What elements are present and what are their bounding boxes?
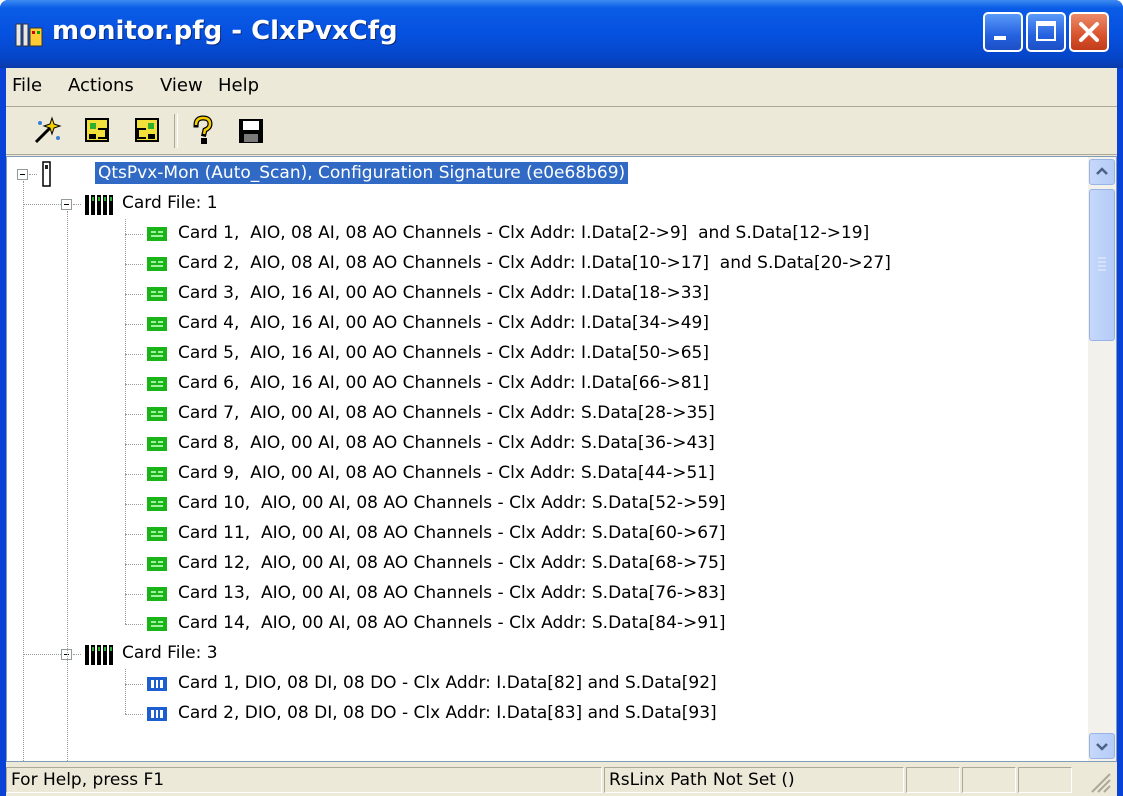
card-label: Card 14, AIO, 00 AI, 08 AO Channels - Cl… [178, 613, 726, 633]
card-node[interactable]: Card 1, AIO, 08 AI, 08 AO Channels - Clx… [7, 219, 1087, 249]
wizard-tool-button[interactable] [30, 114, 64, 148]
status-panel-1 [906, 767, 960, 793]
grip-icon [1098, 257, 1106, 271]
card-label: Card 1, DIO, 08 DI, 08 DO - Clx Addr: I.… [178, 673, 717, 693]
maximize-icon [1036, 21, 1056, 41]
card-node[interactable]: Card 11, AIO, 00 AI, 08 AO Channels - Cl… [7, 519, 1087, 549]
menu-view[interactable]: View [160, 75, 203, 96]
card-label: Card 4, AIO, 16 AI, 00 AO Channels - Clx… [178, 313, 709, 333]
status-panel-3 [1018, 767, 1072, 793]
status-bar: For Help, press F1 RsLinx Path Not Set (… [6, 764, 1117, 796]
card-node[interactable]: Card 12, AIO, 00 AI, 08 AO Channels - Cl… [7, 549, 1087, 579]
upload-tool-button[interactable] [130, 114, 164, 148]
tree-line [23, 654, 61, 655]
scroll-up-button[interactable] [1089, 159, 1115, 185]
title-bar[interactable]: monitor.pfg - ClxPvxCfg [0, 0, 1123, 68]
tree-line [23, 204, 61, 205]
minimize-button[interactable] [983, 12, 1023, 52]
chevron-down-icon [1096, 743, 1108, 751]
scroll-down-button[interactable] [1089, 733, 1115, 759]
maximize-button[interactable] [1026, 12, 1066, 52]
save-tool-icon [239, 119, 263, 143]
client-area: File Actions View Help QtsPvx-Mon (Auto_… [6, 68, 1117, 796]
card-node[interactable]: Card 5, AIO, 16 AI, 00 AO Channels - Clx… [7, 339, 1087, 369]
card-label: Card 6, AIO, 16 AI, 00 AO Channels - Clx… [178, 373, 709, 393]
card-label: Card 13, AIO, 00 AI, 08 AO Channels - Cl… [178, 583, 726, 603]
card-label: Card 11, AIO, 00 AI, 08 AO Channels - Cl… [178, 523, 726, 543]
card-node[interactable]: Card 3, AIO, 16 AI, 00 AO Channels - Clx… [7, 279, 1087, 309]
menu-actions[interactable]: Actions [68, 75, 134, 96]
status-help-text: For Help, press F1 [6, 767, 602, 793]
tree-line [23, 181, 24, 761]
download-tool-button[interactable] [80, 114, 114, 148]
tree-root-node[interactable]: QtsPvx-Mon (Auto_Scan), Configuration Si… [7, 159, 1087, 189]
card-file-label: Card File: 1 [122, 193, 218, 213]
card-label: Card 1, AIO, 08 AI, 08 AO Channels - Clx… [178, 223, 870, 243]
card-label: Card 2, DIO, 08 DI, 08 DO - Clx Addr: I.… [178, 703, 717, 723]
upload-tool-icon [135, 118, 159, 142]
config-tree[interactable]: QtsPvx-Mon (Auto_Scan), Configuration Si… [6, 156, 1117, 762]
vertical-scrollbar[interactable] [1088, 157, 1116, 761]
help-tool-button[interactable] [186, 114, 220, 148]
card-label: Card 10, AIO, 00 AI, 08 AO Channels - Cl… [178, 493, 726, 513]
help-tool-icon [193, 115, 213, 144]
tree-line [125, 669, 126, 714]
card-node[interactable]: Card 4, AIO, 16 AI, 00 AO Channels - Clx… [7, 309, 1087, 339]
card-file-label: Card File: 3 [122, 643, 218, 663]
card-node[interactable]: Card 1, DIO, 08 DI, 08 DO - Clx Addr: I.… [7, 669, 1087, 699]
chevron-up-icon [1096, 167, 1108, 175]
wizard-tool-icon [34, 116, 62, 144]
card-label: Card 9, AIO, 00 AI, 08 AO Channels - Clx… [178, 463, 715, 483]
tree-line [67, 211, 68, 761]
card-label: Card 3, AIO, 16 AI, 00 AO Channels - Clx… [178, 283, 709, 303]
card-label: Card 8, AIO, 00 AI, 08 AO Channels - Clx… [178, 433, 715, 453]
status-rslinx-path: RsLinx Path Not Set () [604, 767, 904, 793]
card-node[interactable]: Card 2, DIO, 08 DI, 08 DO - Clx Addr: I.… [7, 699, 1087, 729]
close-icon [1079, 22, 1099, 42]
toolbar-separator [174, 114, 178, 148]
card-file-node[interactable]: Card File: 1 [7, 189, 1087, 219]
menu-bar: File Actions View Help [6, 68, 1117, 107]
resize-grip-icon[interactable] [1088, 770, 1114, 794]
card-file-node[interactable]: Card File: 3 [7, 639, 1087, 669]
minimize-icon [994, 36, 1006, 40]
save-tool-button[interactable] [234, 114, 268, 148]
card-node[interactable]: Card 10, AIO, 00 AI, 08 AO Channels - Cl… [7, 489, 1087, 519]
card-label: Card 7, AIO, 00 AI, 08 AO Channels - Clx… [178, 403, 715, 423]
toolbar [6, 108, 1117, 155]
card-node[interactable]: Card 9, AIO, 00 AI, 08 AO Channels - Clx… [7, 459, 1087, 489]
card-node[interactable]: Card 8, AIO, 00 AI, 08 AO Channels - Clx… [7, 429, 1087, 459]
card-node[interactable]: Card 6, AIO, 16 AI, 00 AO Channels - Clx… [7, 369, 1087, 399]
card-node[interactable]: Card 7, AIO, 00 AI, 08 AO Channels - Clx… [7, 399, 1087, 429]
card-node[interactable]: Card 14, AIO, 00 AI, 08 AO Channels - Cl… [7, 609, 1087, 639]
tree-root-label: QtsPvx-Mon (Auto_Scan), Configuration Si… [93, 161, 630, 185]
download-tool-icon [85, 118, 109, 142]
scroll-thumb[interactable] [1089, 189, 1115, 341]
card-node[interactable]: Card 13, AIO, 00 AI, 08 AO Channels - Cl… [7, 579, 1087, 609]
close-button[interactable] [1069, 12, 1109, 52]
menu-help[interactable]: Help [218, 75, 259, 96]
tree-line [125, 219, 126, 624]
window-title: monitor.pfg - ClxPvxCfg [52, 16, 398, 46]
menu-file[interactable]: File [12, 75, 42, 96]
card-label: Card 12, AIO, 00 AI, 08 AO Channels - Cl… [178, 553, 726, 573]
card-label: Card 5, AIO, 16 AI, 00 AO Channels - Clx… [178, 343, 709, 363]
tree-content: QtsPvx-Mon (Auto_Scan), Configuration Si… [7, 157, 1087, 761]
card-node[interactable]: Card 2, AIO, 08 AI, 08 AO Channels - Clx… [7, 249, 1087, 279]
card-label: Card 2, AIO, 08 AI, 08 AO Channels - Clx… [178, 253, 891, 273]
status-panel-2 [962, 767, 1016, 793]
app-icon [15, 23, 43, 47]
app-window: monitor.pfg - ClxPvxCfg File Actions Vie… [0, 0, 1123, 796]
